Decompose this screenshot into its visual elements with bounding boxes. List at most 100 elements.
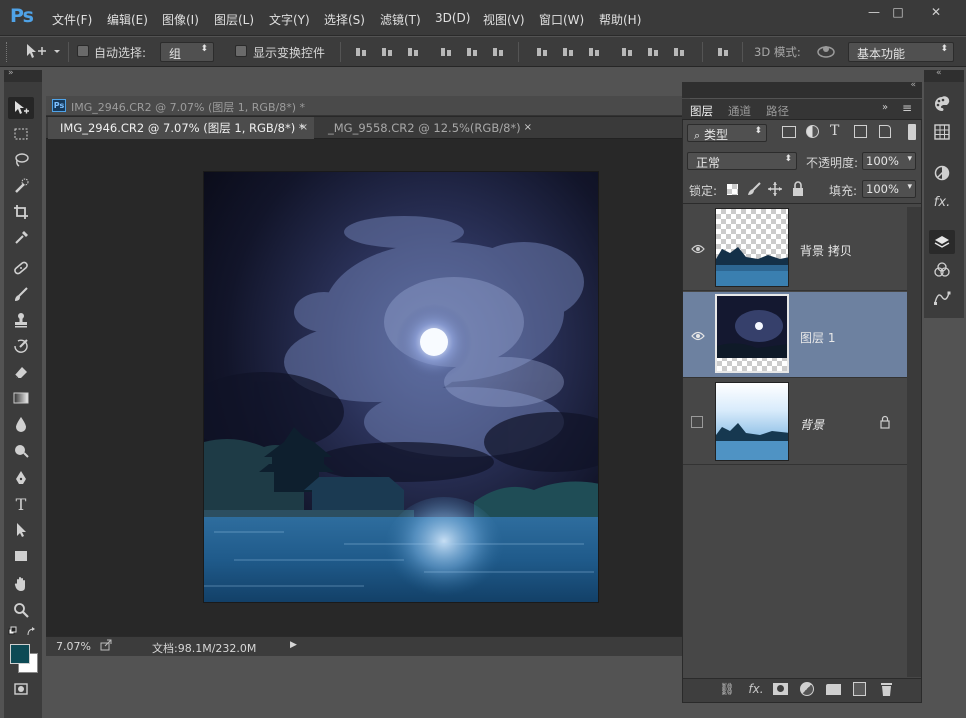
- filter-type-icon[interactable]: T: [830, 123, 839, 139]
- distribute-left-icon[interactable]: [620, 45, 634, 59]
- hand-tool[interactable]: [8, 573, 34, 595]
- auto-select-checkbox[interactable]: [77, 45, 89, 57]
- tab-img-2946[interactable]: IMG_2946.CR2 @ 7.07% (图层 1, RGB/8*) * ×: [48, 117, 314, 139]
- brush-tool[interactable]: [8, 283, 34, 305]
- lock-transparent-icon[interactable]: [727, 184, 738, 195]
- show-transform-checkbox[interactable]: [235, 45, 247, 57]
- auto-select-dropdown[interactable]: 组 ⬍: [160, 42, 214, 62]
- paths-panel-button[interactable]: [929, 286, 955, 310]
- status-menu-arrow-icon[interactable]: ▶: [290, 640, 297, 650]
- layers-scrollbar[interactable]: [907, 207, 921, 677]
- tab-mg-9558[interactable]: _MG_9558.CR2 @ 12.5%(RGB/8*) ×: [316, 117, 538, 139]
- distribute-right-icon[interactable]: [672, 45, 686, 59]
- close-tab-icon[interactable]: ×: [524, 117, 532, 139]
- align-hcenter-icon[interactable]: [465, 45, 479, 59]
- opacity-input[interactable]: 100% ▾: [862, 152, 916, 170]
- default-swap-colors[interactable]: [8, 626, 38, 638]
- zoom-level[interactable]: 7.07%: [56, 640, 91, 653]
- type-tool[interactable]: T: [8, 493, 34, 515]
- layer-name[interactable]: 背景 拷贝: [800, 242, 852, 259]
- align-vcenter-icon[interactable]: [380, 45, 394, 59]
- layers-panel-button[interactable]: [929, 230, 955, 254]
- lock-all-icon[interactable]: [791, 181, 805, 197]
- layer-name[interactable]: 背景: [800, 416, 824, 433]
- zoom-tool[interactable]: [8, 599, 34, 621]
- menu-3d[interactable]: 3D(D): [435, 11, 470, 25]
- menu-layer[interactable]: 图层(L): [214, 11, 254, 28]
- share-icon[interactable]: [100, 639, 112, 651]
- adjustment-layer-icon[interactable]: [800, 682, 814, 696]
- swatches-panel-button[interactable]: [929, 120, 955, 144]
- workspace-dropdown[interactable]: 基本功能 ⬍: [848, 42, 954, 62]
- dodge-tool[interactable]: [8, 439, 34, 461]
- link-layers-icon[interactable]: ⛓: [719, 682, 735, 696]
- quick-mask-tool[interactable]: [8, 678, 34, 700]
- fx-icon[interactable]: fx.: [746, 682, 766, 696]
- blend-mode-dropdown[interactable]: 正常 ⬍: [687, 152, 797, 170]
- gradient-tool[interactable]: [8, 387, 34, 409]
- layer-name[interactable]: 图层 1: [800, 329, 835, 346]
- adjustments-panel-button[interactable]: [929, 161, 955, 185]
- toolbar-header[interactable]: »: [4, 68, 42, 82]
- close-tab-icon[interactable]: ×: [300, 117, 308, 139]
- visibility-eye-icon[interactable]: [691, 330, 705, 341]
- trash-icon[interactable]: [880, 682, 893, 696]
- layer-filter-dropdown[interactable]: ⌕ 类型 ⬍: [687, 124, 767, 142]
- rectangle-tool[interactable]: [8, 545, 34, 567]
- menu-image[interactable]: 图像(I): [162, 11, 199, 28]
- canvas-image[interactable]: [203, 171, 599, 603]
- quick-select-tool[interactable]: [8, 175, 34, 197]
- clone-stamp-tool[interactable]: [8, 309, 34, 331]
- new-group-folder-icon[interactable]: [826, 684, 841, 695]
- close-button[interactable]: ✕: [922, 4, 950, 22]
- menu-type[interactable]: 文字(Y): [269, 11, 310, 28]
- lock-pixels-icon[interactable]: [746, 181, 762, 197]
- marquee-tool[interactable]: [8, 123, 34, 145]
- lasso-tool[interactable]: [8, 149, 34, 171]
- lock-position-icon[interactable]: [767, 181, 783, 197]
- menu-select[interactable]: 选择(S): [324, 11, 365, 28]
- menu-view[interactable]: 视图(V): [483, 11, 525, 28]
- path-select-tool[interactable]: [8, 519, 34, 541]
- right-strip-header[interactable]: «: [924, 68, 964, 82]
- layers-panel-header[interactable]: «: [682, 80, 922, 98]
- filter-pixel-icon[interactable]: [782, 126, 796, 138]
- foreground-color-swatch[interactable]: [10, 644, 30, 664]
- history-brush-tool[interactable]: [8, 335, 34, 357]
- visibility-eye-icon[interactable]: [691, 243, 705, 254]
- blur-tool[interactable]: [8, 413, 34, 435]
- menu-filter[interactable]: 滤镜(T): [380, 11, 421, 28]
- eyedropper-tool[interactable]: [8, 227, 34, 249]
- filter-adjustment-icon[interactable]: [806, 125, 819, 138]
- color-panel-button[interactable]: [929, 92, 955, 116]
- tab-channels[interactable]: 通道: [728, 103, 751, 119]
- distribute-hcenter-icon[interactable]: [646, 45, 660, 59]
- panel-expand-icon[interactable]: »: [882, 102, 888, 113]
- maximize-button[interactable]: □: [884, 4, 912, 22]
- menu-edit[interactable]: 编辑(E): [107, 11, 148, 28]
- visibility-toggle-off[interactable]: [691, 416, 703, 428]
- align-left-icon[interactable]: [439, 45, 453, 59]
- filter-shape-icon[interactable]: [854, 125, 867, 138]
- add-mask-icon[interactable]: [773, 683, 788, 695]
- styles-panel-button[interactable]: fx.: [929, 190, 955, 214]
- filter-toggle-switch[interactable]: [908, 124, 916, 140]
- menu-window[interactable]: 窗口(W): [539, 11, 584, 28]
- align-top-icon[interactable]: [354, 45, 368, 59]
- menu-file[interactable]: 文件(F): [52, 11, 92, 28]
- auto-align-icon[interactable]: [716, 45, 730, 59]
- healing-brush-tool[interactable]: [8, 257, 34, 279]
- tab-paths[interactable]: 路径: [766, 103, 789, 119]
- align-bottom-icon[interactable]: [406, 45, 420, 59]
- panel-menu-icon[interactable]: ≡: [902, 101, 912, 115]
- new-layer-icon[interactable]: [853, 682, 866, 696]
- channels-panel-button[interactable]: [929, 258, 955, 282]
- distribute-top-icon[interactable]: [535, 45, 549, 59]
- fill-input[interactable]: 100% ▾: [862, 180, 916, 198]
- pen-tool[interactable]: [8, 467, 34, 489]
- align-right-icon[interactable]: [491, 45, 505, 59]
- eraser-tool[interactable]: [8, 361, 34, 383]
- 3d-rotate-icon[interactable]: [814, 43, 838, 59]
- tab-layers[interactable]: 图层: [690, 103, 713, 119]
- menu-help[interactable]: 帮助(H): [599, 11, 641, 28]
